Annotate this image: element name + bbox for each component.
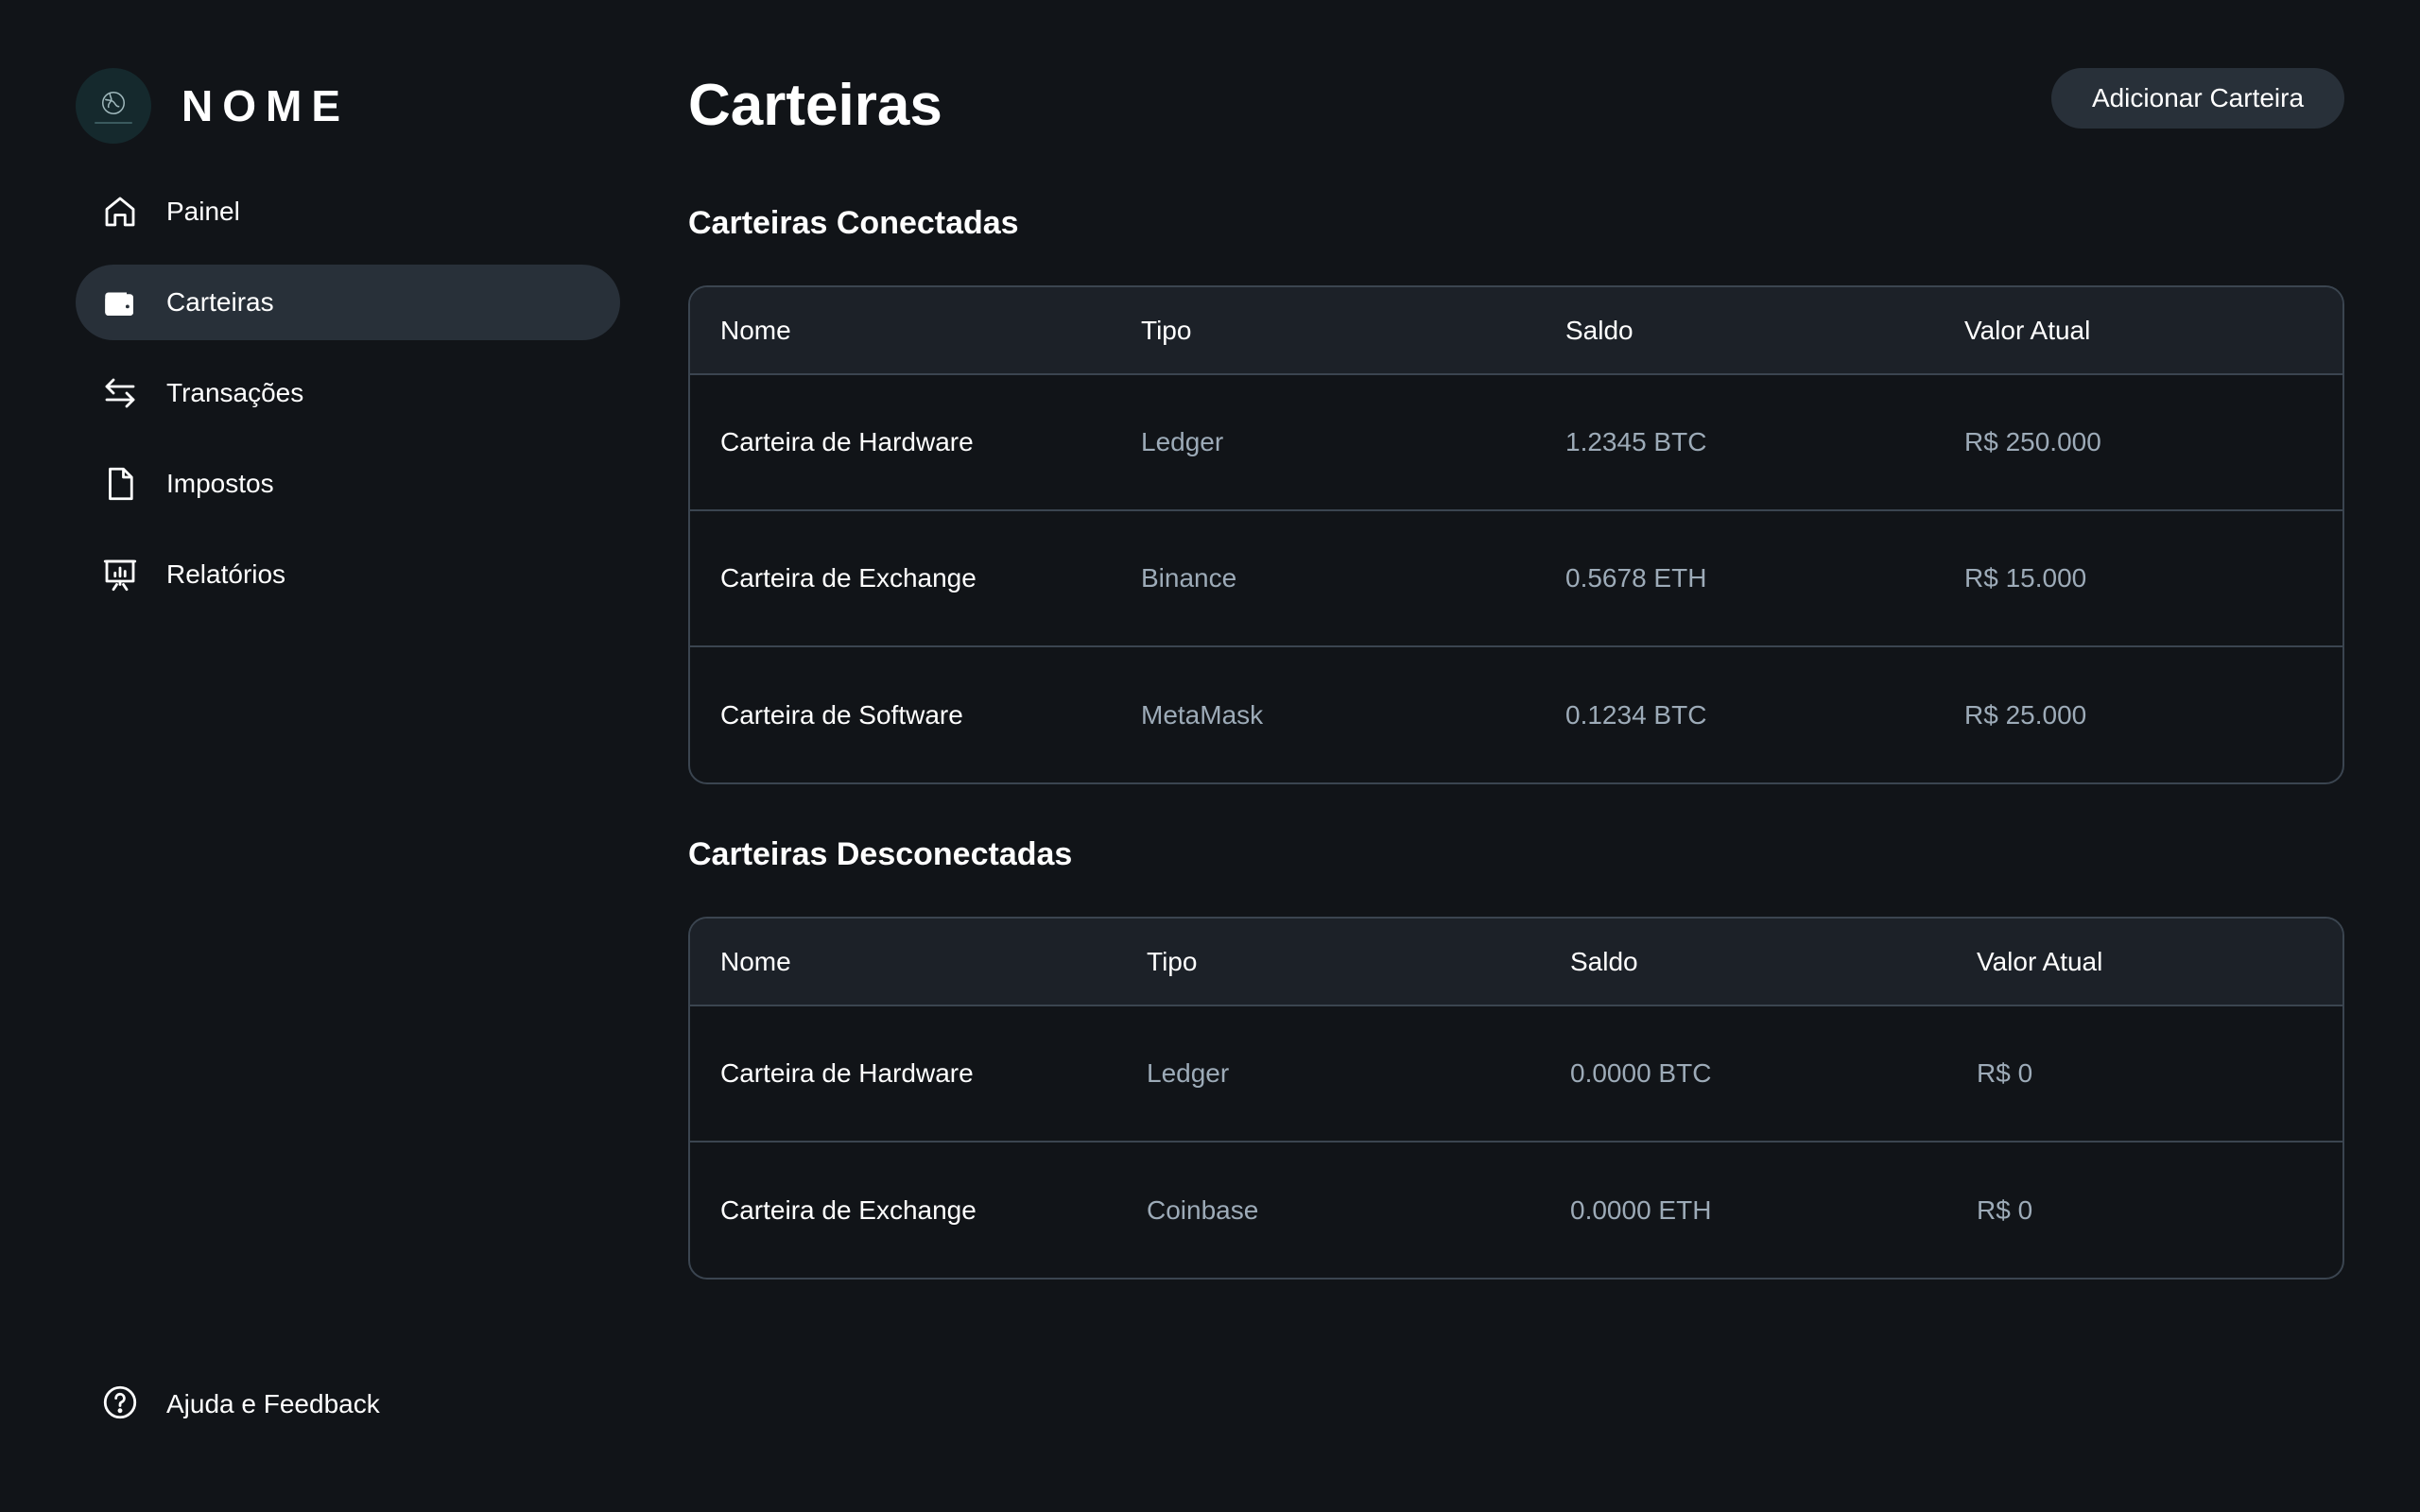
column-header-nome[interactable]: Nome [690, 919, 1116, 1005]
sidebar-item-label: Relatórios [166, 559, 286, 589]
add-wallet-button[interactable]: Adicionar Carteira [2051, 68, 2344, 129]
cell-saldo: 1.2345 BTC [1565, 427, 1707, 456]
cell-tipo: Ledger [1141, 427, 1224, 456]
cell-nome: Carteira de Exchange [720, 563, 977, 593]
sidebar-item-painel[interactable]: Painel [76, 174, 620, 249]
cell-nome: Carteira de Hardware [720, 1058, 974, 1088]
sidebar-item-relatorios[interactable]: Relatórios [76, 537, 620, 612]
table-row[interactable]: Carteira de Exchange Coinbase 0.0000 ETH… [690, 1142, 2342, 1278]
cell-tipo: MetaMask [1141, 699, 1264, 730]
disconnected-section-title: Carteiras Desconectadas [688, 836, 1073, 872]
table-row[interactable]: Carteira de Hardware Ledger 0.0000 BTC R… [690, 1005, 2342, 1142]
arrows-swap-icon [100, 373, 140, 413]
cell-saldo: 0.0000 ETH [1570, 1194, 1712, 1225]
document-icon [100, 464, 140, 504]
sidebar-item-carteiras[interactable]: Carteiras [76, 265, 620, 340]
column-header-valor-atual[interactable]: Valor Atual [1946, 919, 2342, 1005]
app: NOME Painel Carteiras Transações Imposto… [0, 0, 2420, 1512]
cell-nome: Carteira de Software [720, 699, 963, 730]
connected-section-title: Carteiras Conectadas [688, 205, 1019, 241]
cell-saldo: 0.1234 BTC [1565, 699, 1707, 730]
column-header-tipo[interactable]: Tipo [1111, 287, 1535, 374]
cell-tipo: Coinbase [1147, 1194, 1259, 1225]
table-header-row: Nome Tipo Saldo Valor Atual [690, 919, 2342, 1005]
column-header-valor-atual[interactable]: Valor Atual [1934, 287, 2342, 374]
column-header-tipo[interactable]: Tipo [1116, 919, 1540, 1005]
brand-name: NOME [182, 81, 350, 130]
globe-icon [76, 68, 151, 144]
sidebar: NOME Painel Carteiras Transações Imposto… [0, 0, 662, 1512]
column-header-saldo[interactable]: Saldo [1535, 287, 1934, 374]
cell-valor-atual: R$ 15.000 [1964, 563, 2087, 593]
cell-tipo: Ledger [1147, 1058, 1230, 1088]
connected-wallets-table: Nome Tipo Saldo Valor Atual Carteira de … [688, 285, 2344, 784]
column-header-saldo[interactable]: Saldo [1540, 919, 1946, 1005]
help-feedback-link[interactable]: Ajuda e Feedback [76, 1366, 620, 1442]
cell-nome: Carteira de Hardware [720, 427, 974, 456]
wallet-icon [100, 283, 140, 322]
cell-nome: Carteira de Exchange [720, 1194, 977, 1225]
help-circle-icon [100, 1383, 140, 1427]
table-row[interactable]: Carteira de Hardware Ledger 1.2345 BTC R… [690, 374, 2342, 510]
sidebar-item-impostos[interactable]: Impostos [76, 446, 620, 522]
cell-saldo: 0.0000 BTC [1570, 1058, 1712, 1088]
table-row[interactable]: Carteira de Exchange Binance 0.5678 ETH … [690, 510, 2342, 646]
cell-tipo: Binance [1141, 563, 1237, 593]
cell-valor-atual: R$ 250.000 [1964, 427, 2101, 456]
column-header-nome[interactable]: Nome [690, 287, 1111, 374]
home-icon [100, 192, 140, 232]
cell-saldo: 0.5678 ETH [1565, 563, 1707, 593]
presentation-chart-icon [100, 555, 140, 594]
sidebar-item-label: Transações [166, 378, 304, 407]
sidebar-item-transacoes[interactable]: Transações [76, 355, 620, 431]
sidebar-nav: Painel Carteiras Transações Impostos Rel… [76, 174, 620, 627]
table-row[interactable]: Carteira de Software MetaMask 0.1234 BTC… [690, 646, 2342, 782]
disconnected-wallets-table: Nome Tipo Saldo Valor Atual Carteira de … [688, 917, 2344, 1280]
page-title: Carteiras [688, 73, 942, 138]
table-header-row: Nome Tipo Saldo Valor Atual [690, 287, 2342, 374]
cell-valor-atual: R$ 0 [1977, 1058, 2033, 1088]
cell-valor-atual: R$ 25.000 [1964, 699, 2087, 730]
sidebar-item-label: Painel [166, 197, 240, 226]
brand[interactable]: NOME [76, 68, 350, 144]
sidebar-item-label: Impostos [166, 469, 274, 498]
cell-valor-atual: R$ 0 [1977, 1194, 2033, 1225]
help-label: Ajuda e Feedback [166, 1389, 380, 1418]
sidebar-item-label: Carteiras [166, 287, 274, 317]
